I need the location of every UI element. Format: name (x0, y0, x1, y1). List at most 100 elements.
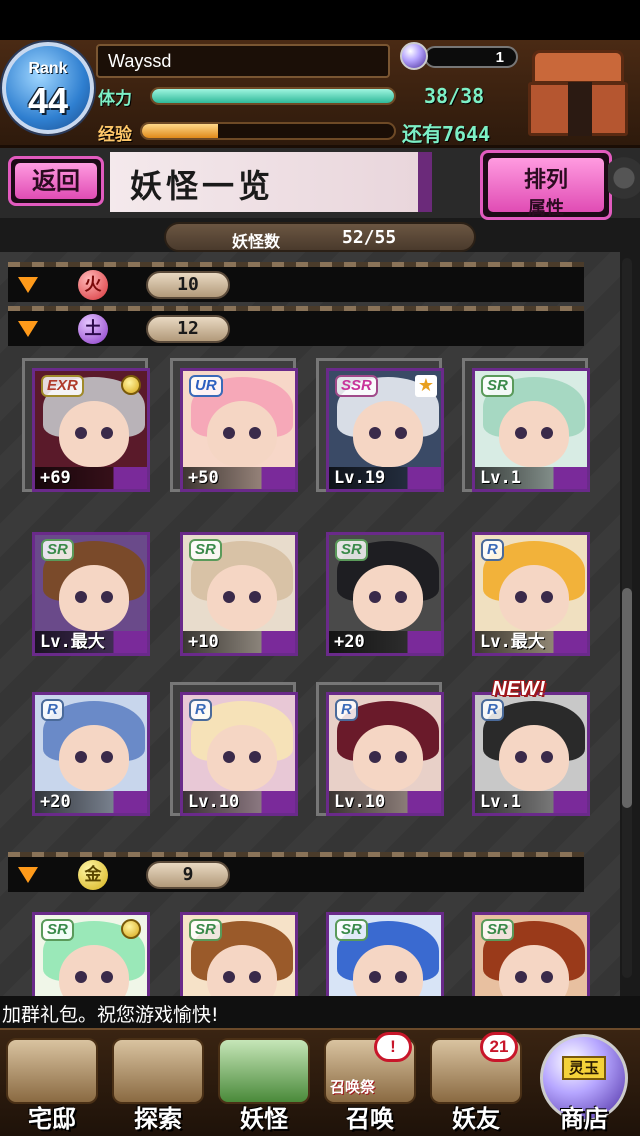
exp-label: 经验 (98, 125, 132, 145)
group-header-earth[interactable]: 土 12 (8, 306, 584, 346)
yokai-portrait: SR +10 (180, 532, 298, 656)
portrait-eye (101, 971, 113, 983)
portrait-eye (223, 751, 235, 763)
yokai-count-label: 妖怪数 (232, 232, 281, 251)
collapse-arrow-icon (18, 867, 38, 883)
portrait-eye (395, 591, 407, 603)
nav-label: 宅邸 (28, 1104, 76, 1133)
sort-button[interactable]: 排列 属性 (480, 150, 612, 220)
nav-friends[interactable]: 21 妖友 (424, 1032, 528, 1136)
yokai-card[interactable]: R Lv.10 (316, 682, 444, 816)
portrait-eye (223, 591, 235, 603)
yokai-card[interactable]: R Lv.1 (462, 682, 590, 816)
yokai-portrait: SR (32, 912, 150, 996)
back-button[interactable]: 返回 (8, 156, 104, 206)
bottom-nav: 宅邸 探索 妖怪 召唤祭 ! 召唤 21 妖友 灵玉 商店 (0, 1028, 640, 1136)
level-strip: Lv.1 (475, 791, 587, 813)
yokai-portrait: SR (472, 912, 590, 996)
stamina-bar (150, 87, 396, 105)
portrait-eye (369, 591, 381, 603)
medal-icon (121, 919, 141, 939)
portrait-eye (249, 971, 261, 983)
yokai-card[interactable]: R +20 (22, 682, 150, 816)
yokai-card[interactable]: SR +10 (170, 522, 298, 656)
yokai-portrait: SR (326, 912, 444, 996)
yokai-card[interactable]: R Lv.最大 (462, 522, 590, 656)
exp-bar (140, 122, 396, 140)
portrait-face (499, 725, 569, 791)
group-count: 9 (146, 861, 230, 889)
rarity-badge: UR (189, 375, 223, 397)
yokai-card[interactable]: R Lv.10 (170, 682, 298, 816)
nav-explore[interactable]: 探索 (106, 1034, 210, 1136)
card-level: Lv.19 (334, 468, 386, 488)
yokai-card[interactable]: SR (316, 902, 444, 996)
yokai-portrait: SR +20 (326, 532, 444, 656)
yokai-card[interactable]: UR +50 (170, 358, 298, 492)
rarity-badge: EXR (41, 375, 84, 397)
nav-summon[interactable]: 召唤祭 ! 召唤 (318, 1032, 422, 1136)
yokai-card[interactable]: SR (462, 902, 590, 996)
portrait-eye (515, 751, 527, 763)
portrait-eye (395, 751, 407, 763)
yokai-portrait: R Lv.最大 (472, 532, 590, 656)
level-strip: Lv.10 (183, 791, 295, 813)
back-button-label: 返回 (15, 163, 97, 199)
notification-badge: 21 (480, 1032, 518, 1062)
collapse-arrow-icon (18, 321, 38, 337)
rarity-badge: SR (189, 539, 222, 561)
exp-remaining: 还有7644 (402, 122, 491, 146)
nav-yokai[interactable]: 妖怪 (212, 1034, 316, 1136)
yokai-card[interactable]: SSR Lv.19 ★ (316, 358, 444, 492)
treasure-chest-icon[interactable] (524, 46, 632, 138)
nav-label: 召唤 (346, 1104, 394, 1133)
portrait-eye (249, 751, 261, 763)
notification-badge: ! (374, 1032, 412, 1062)
portrait-face (353, 725, 423, 791)
rank-label: Rank (28, 60, 68, 77)
group-header-fire[interactable]: 火 10 (8, 262, 584, 302)
yokai-list[interactable]: 火 10 土 12 EXR +69 UR +50 SSR Lv.19 ★ SR Lv.1 SR Lv… (0, 252, 620, 996)
nav-mansion[interactable]: 宅邸 (0, 1034, 104, 1136)
yokai-card[interactable]: SR (22, 902, 150, 996)
yokai-card[interactable]: SR +20 (316, 522, 444, 656)
card-level: Lv.1 (480, 468, 521, 488)
collapse-arrow-icon (18, 277, 38, 293)
portrait-face (353, 401, 423, 467)
rarity-badge: SSR (335, 375, 378, 397)
portrait-eye (75, 591, 87, 603)
yokai-card[interactable]: EXR +69 (22, 358, 150, 492)
yokai-portrait: SR Lv.1 (472, 368, 590, 492)
group-header-metal[interactable]: 金 9 (8, 852, 584, 892)
portrait-eye (541, 591, 553, 603)
stamina-label: 体力 (98, 89, 132, 109)
level-strip: +20 (329, 631, 441, 653)
yokai-card[interactable]: SR (170, 902, 298, 996)
yokai-scroll-icon (218, 1038, 310, 1104)
scrollbar[interactable] (622, 258, 632, 978)
portrait-eye (395, 971, 407, 983)
card-level: +10 (188, 632, 219, 652)
fire-attribute-icon: 火 (78, 270, 108, 300)
yokai-card[interactable]: SR Lv.1 (462, 358, 590, 492)
nav-shop[interactable]: 灵玉 商店 (532, 1034, 636, 1136)
portrait-eye (369, 751, 381, 763)
rank-badge[interactable]: Rank 44 (2, 42, 94, 134)
card-level: +20 (40, 792, 71, 812)
portrait-eye (75, 971, 87, 983)
scroll-thumb[interactable] (622, 588, 632, 808)
sort-label: 排列 (523, 168, 568, 193)
yokai-card[interactable]: SR Lv.最大 (22, 522, 150, 656)
card-level: +50 (188, 468, 219, 488)
chest-lid (532, 50, 624, 84)
rarity-badge: SR (41, 919, 74, 941)
level-strip: Lv.1 (475, 467, 587, 489)
rarity-badge: R (335, 699, 358, 721)
shop-tag: 灵玉 (562, 1056, 606, 1080)
orb-counter: 1 (424, 46, 518, 68)
title-row: 返回 妖怪一览 排列 属性 (0, 148, 640, 220)
portrait-eye (541, 427, 553, 439)
ticker-text: 加群礼包。祝您游戏愉快! (2, 1004, 219, 1026)
portrait-face (499, 565, 569, 631)
card-level: Lv.10 (188, 792, 240, 812)
